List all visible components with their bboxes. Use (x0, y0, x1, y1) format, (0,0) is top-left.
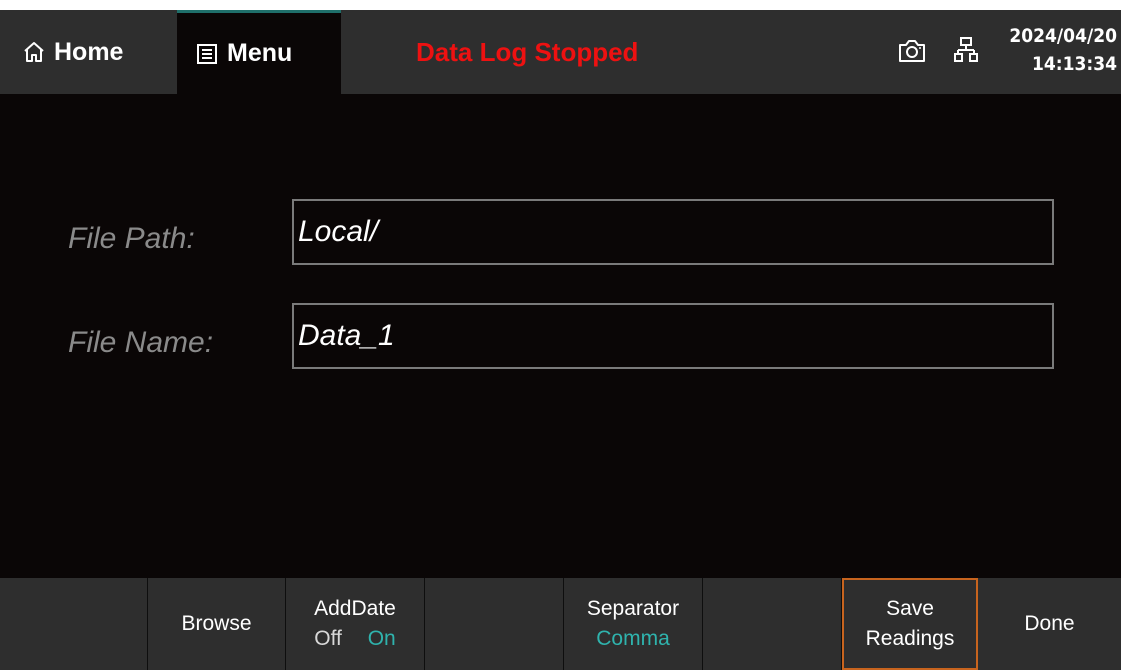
home-icon (24, 42, 44, 62)
file-path-field[interactable]: Local/ (292, 199, 1054, 265)
file-path-label: File Path: (68, 222, 195, 255)
home-label: Home (54, 37, 124, 66)
network-icon (954, 37, 978, 62)
softkey-empty-3 (703, 578, 842, 670)
save-readings-line2: Readings (865, 627, 955, 650)
adddate-on: On (367, 627, 396, 650)
file-name-label: File Name: (68, 326, 214, 359)
home-tab[interactable]: Home (0, 10, 177, 94)
adddate-toggle: Off On (304, 624, 405, 654)
separator-value: Comma (596, 627, 670, 650)
softkey-bar: Browse AddDate Off On Separator Comma Sa… (0, 578, 1121, 670)
save-readings-button[interactable]: Save Readings (842, 578, 978, 670)
top-bar: Home Menu Data Log Stopped 2024/04/20 14… (0, 10, 1121, 94)
menu-list-icon (197, 43, 217, 64)
softkey-empty-1 (0, 578, 148, 670)
browse-label: Browse (181, 612, 252, 635)
browse-button[interactable]: Browse (148, 578, 286, 670)
time: 14:13:34 (1031, 53, 1117, 75)
file-name-field[interactable]: Data_1 (292, 303, 1054, 369)
date: 2024/04/20 (1009, 25, 1117, 47)
separator-label: Separator (586, 597, 680, 620)
done-label: Done (1024, 612, 1075, 635)
save-readings-line1: Save (886, 597, 934, 620)
adddate-label: AddDate (314, 597, 396, 620)
menu-label: Menu (227, 39, 293, 67)
data-log-status: Data Log Stopped (416, 36, 639, 67)
done-button[interactable]: Done (978, 578, 1121, 670)
adddate-button[interactable]: AddDate Off On (286, 578, 425, 670)
menu-tab[interactable]: Menu (177, 10, 341, 94)
adddate-off: Off (314, 627, 342, 650)
camera-icon[interactable] (896, 35, 928, 67)
softkey-empty-2 (425, 578, 564, 670)
separator-button[interactable]: Separator Comma (564, 578, 703, 670)
instrument-screen: Home Menu Data Log Stopped 2024/04/20 14… (0, 10, 1121, 670)
datetime: 2024/04/20 14:13:34 (1009, 22, 1117, 78)
